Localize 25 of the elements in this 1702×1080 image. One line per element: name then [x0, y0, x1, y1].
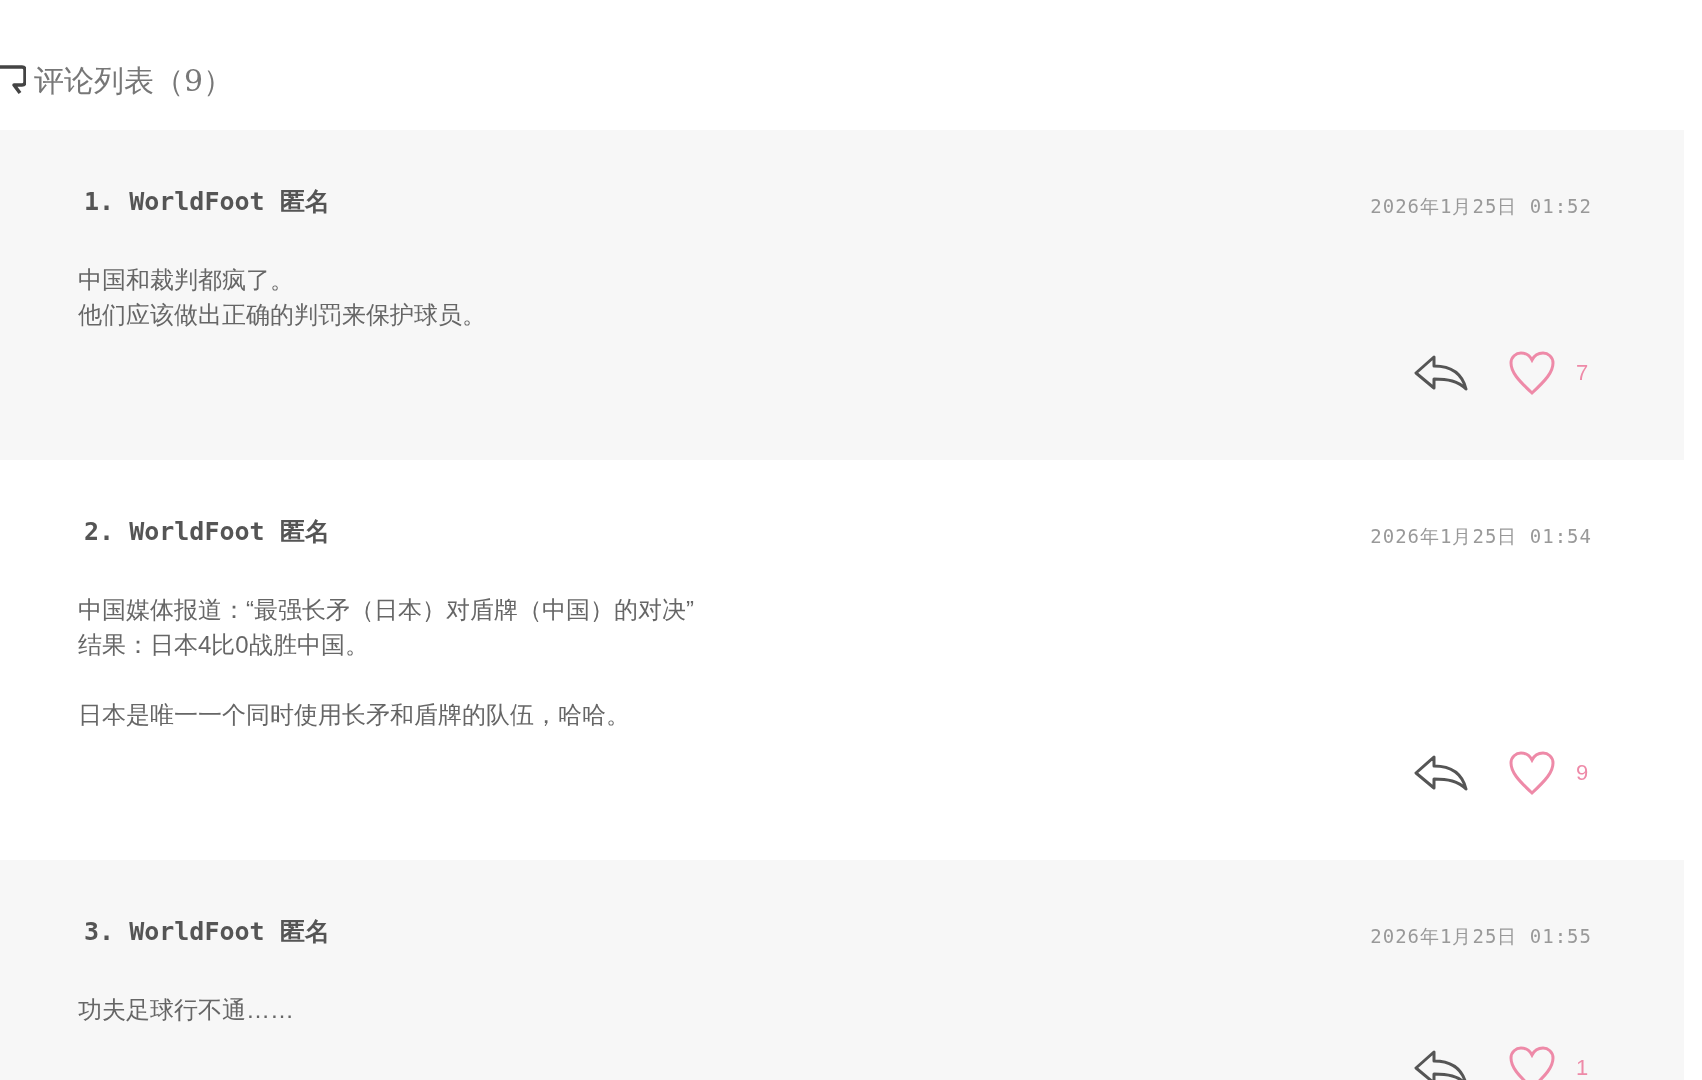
- comment-text-line: 他们应该做出正确的判罚来保护球员。: [78, 300, 486, 330]
- comment-date: 2026年1月25日 01:55: [1370, 924, 1592, 948]
- comment-date: 2026年1月25日 01:54: [1370, 524, 1592, 548]
- heart-icon: [1508, 750, 1556, 796]
- heart-icon: [1508, 350, 1556, 396]
- heart-icon: [1508, 1045, 1556, 1080]
- comment-text-line: 中国和裁判都疯了。: [78, 265, 294, 295]
- comment-text-line: 功夫足球行不通……: [78, 995, 294, 1025]
- like-count: 7: [1576, 362, 1590, 384]
- like-count: 1: [1576, 1057, 1590, 1079]
- reply-button[interactable]: [1414, 1048, 1468, 1080]
- reply-arrow-icon: [1414, 753, 1468, 793]
- comment-author: 3. WorldFoot 匿名: [83, 916, 330, 948]
- like-count: 9: [1576, 762, 1590, 784]
- comment-text-line: 结果：日本4比0战胜中国。: [78, 630, 369, 660]
- comment-text-line: 日本是唯一一个同时使用长矛和盾牌的队伍，哈哈。: [78, 700, 630, 730]
- comment-author: 1. WorldFoot 匿名: [83, 186, 330, 218]
- reply-button[interactable]: [1414, 753, 1468, 793]
- reply-button[interactable]: [1414, 353, 1468, 393]
- comment-date: 2026年1月25日 01:52: [1370, 194, 1592, 218]
- comment-list-heading: 评论列表（9）: [34, 64, 234, 98]
- comment-author: 2. WorldFoot 匿名: [83, 516, 330, 548]
- reply-arrow-icon: [1414, 353, 1468, 393]
- comment-text-line: 中国媒体报道：“最强长矛（日本）对盾牌（中国）的对决”: [78, 595, 694, 625]
- reply-arrow-icon: [1414, 1048, 1468, 1080]
